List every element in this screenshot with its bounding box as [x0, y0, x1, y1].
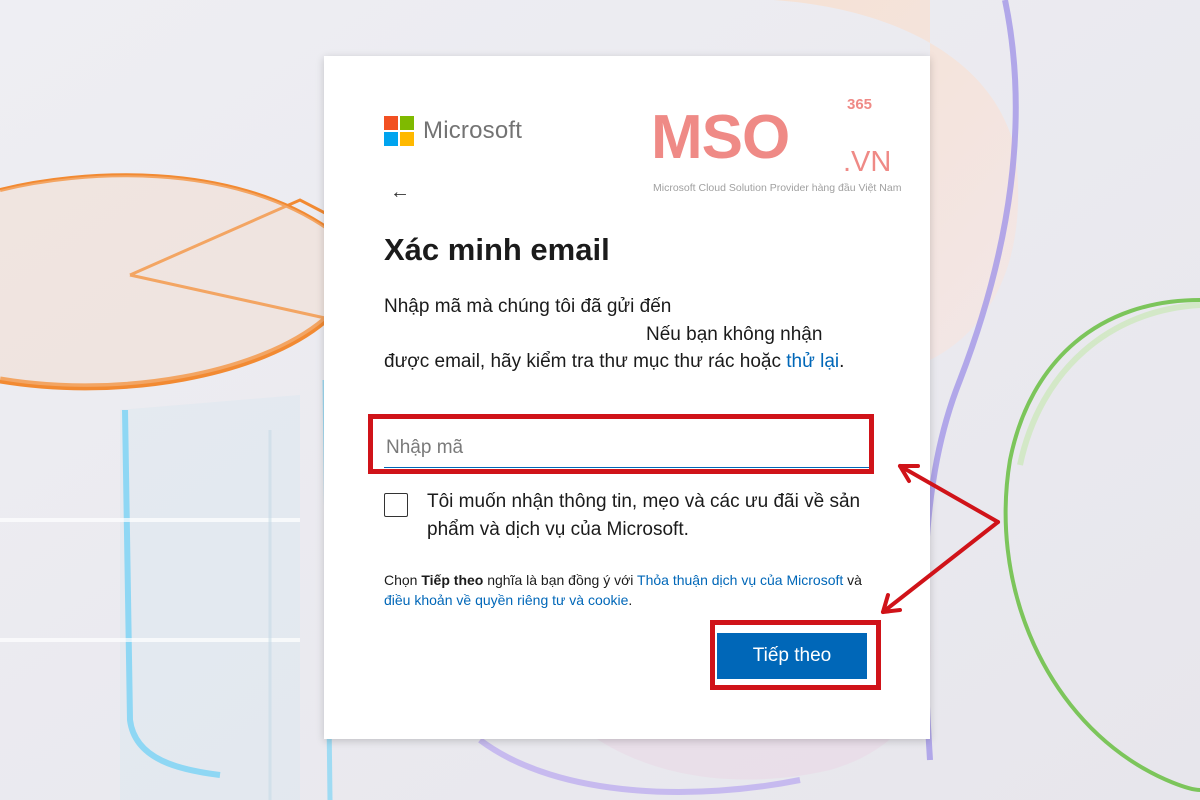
description-period: . — [839, 351, 845, 372]
terms-end: . — [628, 592, 633, 608]
microsoft-logo-icon — [384, 116, 414, 146]
terms-middle: nghĩa là bạn đồng ý với — [487, 572, 634, 588]
arrow-left-icon: ← — [390, 181, 410, 203]
page-title: Xác minh email — [384, 232, 610, 267]
retry-link[interactable]: thử lại — [786, 351, 839, 372]
back-button[interactable]: ← — [390, 181, 412, 203]
watermark-365: 365 — [847, 96, 873, 113]
marketing-checkbox[interactable] — [384, 493, 408, 517]
marketing-opt-in: Tôi muốn nhận thông tin, mẹo và các ưu đ… — [384, 491, 864, 544]
terms-notice: Chọn Tiếp theo nghĩa là bạn đồng ý với T… — [384, 570, 870, 610]
terms-action: Tiếp theo — [421, 572, 484, 588]
logo-square-green — [400, 116, 414, 130]
description-line-3: được email, hãy kiểm tra thư mục thư rác… — [384, 351, 781, 372]
description-line-2: Nếu bạn không nhận — [646, 323, 823, 345]
verify-description: Nhập mã mà chúng tôi đã gửi đến Nếu bạn … — [384, 293, 864, 376]
logo-square-blue — [384, 132, 398, 146]
service-agreement-link[interactable]: Thỏa thuận dịch vụ của Microsoft — [637, 572, 843, 588]
microsoft-logo: Microsoft — [384, 116, 522, 146]
watermark-vn: .VN — [843, 146, 892, 178]
marketing-checkbox-label[interactable]: Tôi muốn nhận thông tin, mẹo và các ưu đ… — [427, 488, 864, 544]
terms-and: và — [847, 572, 862, 588]
input-highlight-box — [368, 414, 874, 474]
logo-square-yellow — [400, 132, 414, 146]
watermark-tagline: Microsoft Cloud Solution Provider hàng đ… — [653, 182, 902, 194]
button-highlight-box — [710, 620, 881, 690]
logo-square-red — [384, 116, 398, 130]
privacy-cookie-link[interactable]: điều khoản về quyền riêng tư và cookie — [384, 592, 628, 608]
microsoft-wordmark: Microsoft — [423, 117, 523, 144]
mso-watermark: MSO 365 .VN Microsoft Cloud Solution Pro… — [651, 96, 911, 206]
watermark-mso: MSO — [651, 103, 790, 172]
description-line-1: Nhập mã mà chúng tôi đã gửi đến — [384, 296, 672, 317]
terms-prefix: Chọn — [384, 572, 418, 588]
